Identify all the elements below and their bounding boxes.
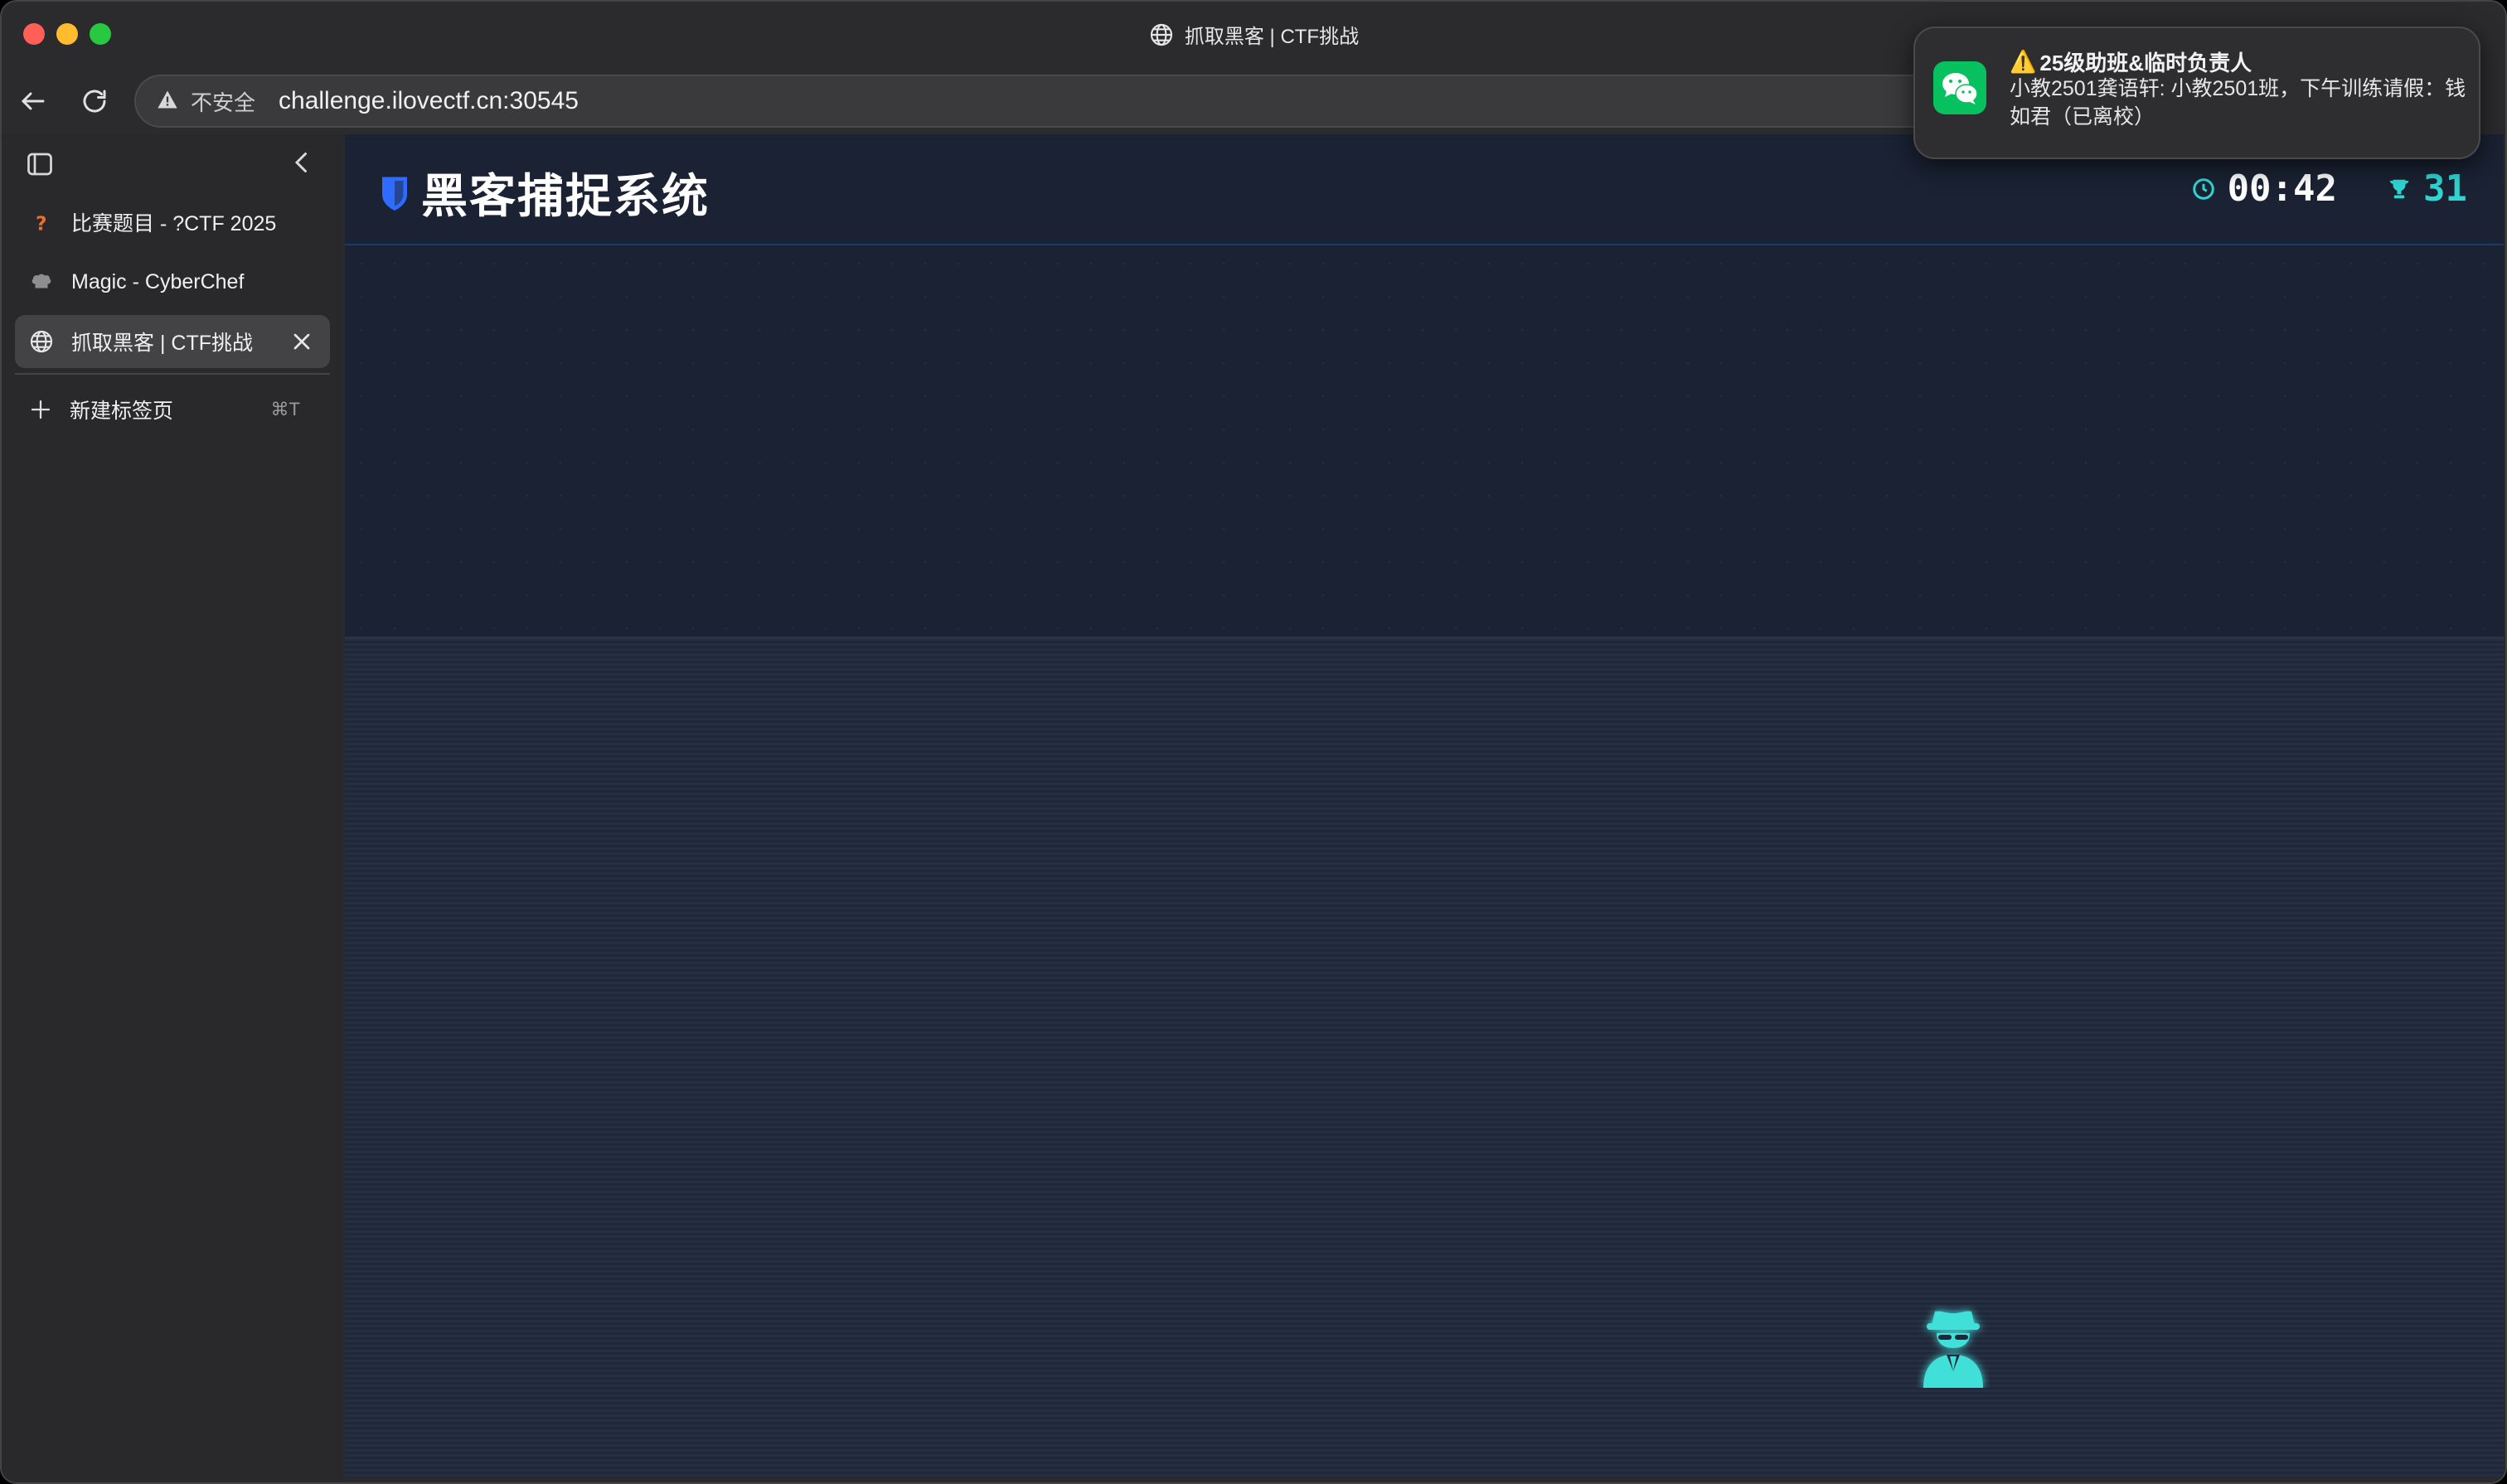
svg-text:?: ?	[36, 211, 47, 234]
chef-hat-icon	[28, 269, 55, 295]
game-field[interactable]	[345, 637, 2504, 1477]
wechat-notification[interactable]: ⚠️ 25级助班&临时负责人 小教2501龚语轩: 小教2501班，下午训练请假…	[1913, 27, 2480, 159]
plus-icon	[31, 400, 51, 419]
stats-panel: 00:42 31	[2191, 167, 2467, 210]
close-tab-icon[interactable]	[289, 328, 315, 355]
timer: 00:42	[2191, 167, 2337, 210]
hacker-icon[interactable]	[1917, 1305, 1990, 1388]
insecure-label[interactable]: 不安全	[191, 86, 255, 117]
warning-emoji-icon: ⚠️	[2010, 49, 2037, 74]
wechat-icon	[1933, 61, 1986, 114]
tab-label: Magic - CyberChef	[71, 269, 245, 293]
score-value: 31	[2423, 167, 2467, 210]
score: 31	[2387, 167, 2467, 210]
app-title: 黑客捕捉系统	[380, 159, 710, 226]
new-tab-label: 新建标签页	[70, 400, 174, 423]
app-title-text: 黑客捕捉系统	[421, 170, 710, 222]
question-favicon-icon: ?	[28, 209, 55, 235]
reload-button[interactable]	[76, 83, 113, 119]
notification-body: 小教2501龚语轩: 小教2501班，下午训练请假：钱如君（已离校）	[2010, 77, 2466, 129]
reload-icon	[83, 90, 106, 113]
tab-sidebar: ? 比赛题目 - ?CTF 2025 Magic - CyberChef 抓取黑…	[2, 134, 343, 1482]
sidebar-toggle-icon[interactable]	[25, 149, 55, 179]
tab-ctf-challenges[interactable]: ? 比赛题目 - ?CTF 2025	[15, 196, 330, 249]
shield-icon	[382, 177, 407, 211]
notification-title: ⚠️ 25级助班&临时负责人	[2010, 46, 2252, 77]
window-title-text: 抓取黑客 | CTF挑战	[1184, 26, 1360, 48]
clock-icon	[2192, 177, 2214, 200]
new-tab-shortcut: ⌘T	[270, 399, 300, 419]
page-content: 黑客捕捉系统 00:42 31	[345, 134, 2504, 1477]
tab-label: 抓取黑客 | CTF挑战	[71, 332, 253, 355]
url-text[interactable]: challenge.ilovectf.cn:30545	[279, 87, 579, 115]
tab-label: 比赛题目 - ?CTF 2025	[71, 212, 277, 235]
tab-catch-hacker[interactable]: 抓取黑客 | CTF挑战	[15, 315, 330, 368]
chevron-left-icon[interactable]	[287, 148, 317, 177]
sidebar-divider	[15, 373, 330, 375]
warning-icon	[156, 88, 179, 115]
address-bar[interactable]: 不安全 challenge.ilovectf.cn:30545	[134, 75, 2157, 128]
globe-icon	[1150, 23, 1172, 46]
timer-value: 00:42	[2227, 167, 2338, 210]
back-button[interactable]	[15, 83, 51, 119]
globe-icon	[28, 328, 55, 355]
trophy-icon	[2389, 179, 2409, 198]
upper-panel	[345, 247, 2504, 637]
tab-cyberchef[interactable]: Magic - CyberChef	[15, 255, 330, 308]
arrow-left-icon	[21, 92, 45, 110]
browser-window: 抓取黑客 | CTF挑战 不安全 challenge.ilovectf.cn:3…	[0, 0, 2507, 1484]
new-tab-button[interactable]: 新建标签页 ⌘T	[15, 383, 330, 436]
notification-title-text: 25级助班&临时负责人	[2039, 51, 2252, 75]
